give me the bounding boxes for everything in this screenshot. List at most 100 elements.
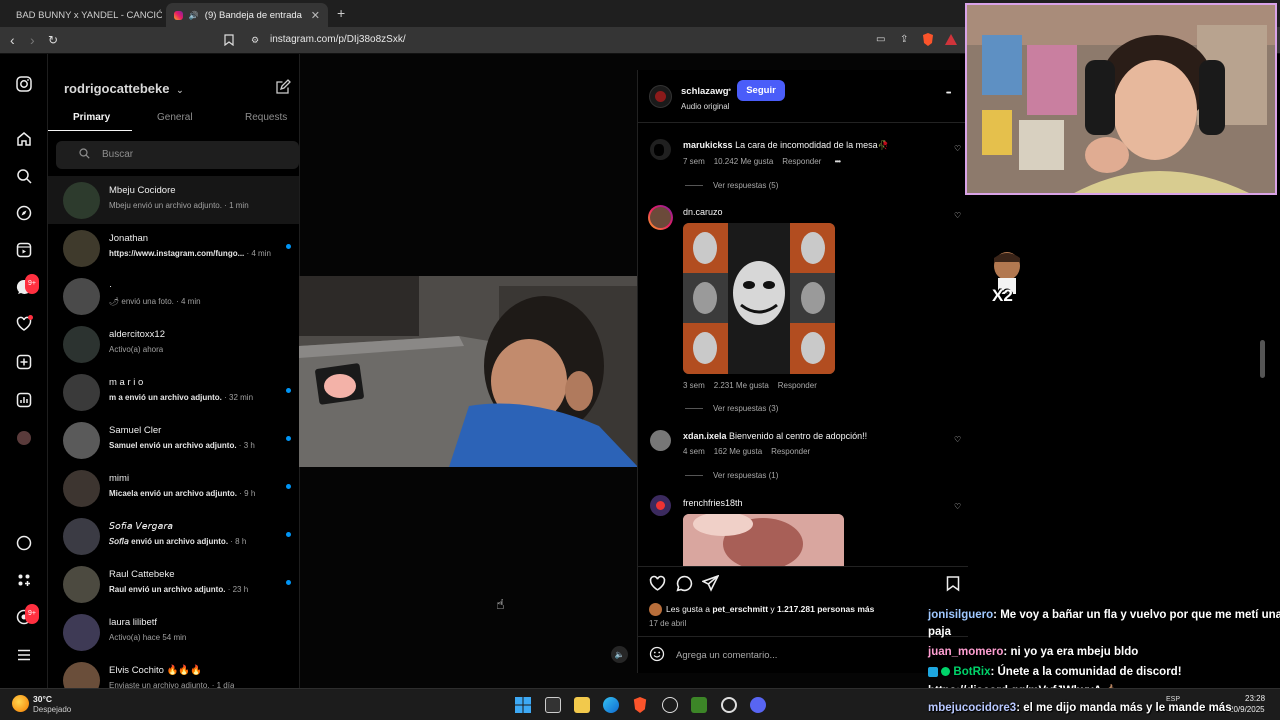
back-icon[interactable]: ‹: [10, 32, 15, 48]
tab-primary[interactable]: Primary: [73, 112, 110, 123]
explore-icon[interactable]: [15, 205, 33, 223]
comment-avatar[interactable]: [650, 139, 671, 160]
conversation-item[interactable]: aldercitoxx12 Activo(a) ahora: [48, 320, 299, 368]
profile-avatar[interactable]: [15, 429, 33, 447]
close-tab-icon[interactable]: ✕: [311, 9, 320, 22]
url-field[interactable]: instagram.com/p/DIj38o8zSxk/: [270, 34, 406, 45]
reels-icon[interactable]: [15, 242, 33, 260]
new-tab-button[interactable]: +: [337, 5, 345, 21]
emoji-icon[interactable]: [649, 646, 665, 667]
post-video[interactable]: [299, 276, 638, 467]
view-replies-button[interactable]: Ver respuestas (5): [685, 181, 778, 190]
comment-like-icon[interactable]: ♡: [954, 211, 961, 220]
cast-icon[interactable]: ▭: [876, 34, 885, 45]
view-replies-button[interactable]: Ver respuestas (1): [685, 471, 778, 480]
scrollbar-thumb[interactable]: [1260, 340, 1265, 378]
conversation-item[interactable]: Mbeju Cocidore Mbeju envió un archivo adj…: [48, 176, 299, 224]
comment-gif[interactable]: [683, 223, 835, 374]
comment-icon[interactable]: [676, 575, 693, 597]
brave-shield-icon[interactable]: [922, 33, 934, 49]
reply-button[interactable]: Responder: [771, 447, 810, 456]
site-settings-icon[interactable]: ⚙: [251, 35, 259, 46]
tab-instagram[interactable]: 🔊 (9) Bandeja de entrada • Chat ✕: [166, 3, 328, 27]
menu-icon[interactable]: [15, 647, 33, 665]
settings-icon[interactable]: [721, 697, 737, 713]
comment-avatar[interactable]: [650, 495, 671, 516]
save-icon[interactable]: [946, 575, 960, 597]
create-icon[interactable]: [15, 354, 33, 372]
conversation-item[interactable]: m a r i o m a envió un archivo adjunto. ·…: [48, 368, 299, 416]
bookmark-icon[interactable]: [224, 34, 234, 49]
conversation-item[interactable]: Samuel Cler Samuel envió un archivo adjun…: [48, 416, 299, 464]
comment-like-icon[interactable]: ♡: [954, 144, 961, 153]
weather-temp[interactable]: 30°C: [33, 694, 52, 704]
conversation-item[interactable]: Elvis Cochito 🔥🔥🔥 Enviaste un archivo adj…: [48, 656, 299, 688]
comment-likes[interactable]: 162 Me gusta: [714, 447, 762, 456]
reply-button[interactable]: Responder: [782, 157, 821, 166]
start-icon[interactable]: [515, 697, 531, 713]
activity-icon[interactable]: 9+: [15, 604, 39, 627]
instagram-logo-icon[interactable]: [15, 76, 33, 94]
share-icon[interactable]: ⇪: [900, 34, 908, 45]
likes-count[interactable]: 1.217.281 personas más: [777, 604, 874, 614]
author-avatar[interactable]: [649, 85, 672, 108]
comment-age[interactable]: 3 sem: [683, 381, 705, 390]
comment-like-icon[interactable]: ♡: [954, 435, 961, 444]
obs-icon[interactable]: [662, 697, 678, 713]
tab-general[interactable]: General: [157, 112, 193, 123]
liker-username[interactable]: pet_erschmitt: [712, 604, 768, 614]
comment-avatar[interactable]: [648, 205, 673, 230]
threads-icon[interactable]: [15, 535, 33, 553]
messenger-icon[interactable]: 9+: [15, 274, 39, 297]
tab-youtube[interactable]: BAD BUNNY x YANDEL - CANCIÓN C: [2, 3, 162, 27]
reply-button[interactable]: Responder: [778, 381, 817, 390]
tab-requests[interactable]: Requests: [245, 112, 287, 123]
dm-search-input[interactable]: Buscar: [56, 141, 299, 169]
comment-username[interactable]: dn.caruzo: [683, 207, 723, 217]
mute-icon[interactable]: 🔈: [611, 646, 628, 663]
follow-button[interactable]: Seguir: [737, 80, 785, 101]
minecraft-icon[interactable]: [691, 697, 707, 713]
comment-age[interactable]: 7 sem: [683, 157, 705, 166]
comment-avatar[interactable]: [650, 430, 671, 451]
share-icon[interactable]: [701, 574, 720, 597]
clock-date[interactable]: 20/9/2025: [1229, 705, 1265, 714]
home-icon[interactable]: [15, 131, 33, 149]
speaker-icon[interactable]: 🔊: [189, 11, 199, 20]
comment-username[interactable]: frenchfries18th: [683, 498, 743, 508]
new-message-icon[interactable]: [275, 79, 291, 100]
task-view-icon[interactable]: [545, 697, 561, 713]
forward-icon[interactable]: ›: [30, 32, 35, 48]
brave-rewards-icon[interactable]: [945, 33, 957, 49]
author-username[interactable]: schlazawg: [681, 86, 729, 97]
brave-icon[interactable]: [632, 697, 648, 713]
view-replies-button[interactable]: Ver respuestas (3): [685, 404, 778, 413]
comment-like-icon[interactable]: ♡: [954, 502, 961, 511]
liker-avatar[interactable]: [649, 603, 662, 616]
comment-gif[interactable]: [683, 514, 844, 566]
comment-more-icon[interactable]: •••: [835, 157, 841, 166]
discord-icon[interactable]: [750, 697, 766, 713]
edge-icon[interactable]: [603, 697, 619, 713]
likes-summary[interactable]: Les gusta a pet_erschmitt y 1.217.281 pe…: [666, 604, 874, 614]
audio-label[interactable]: Audio original: [681, 102, 729, 111]
conversation-item[interactable]: 𝘚𝘰𝘧𝘪𝘢 𝘝𝘦𝘳𝘨𝘢𝘳𝘢 𝘚𝘰𝘧𝘪𝘢 envió un archivo adju…: [48, 512, 299, 560]
comment-username[interactable]: xdan.ixela: [683, 431, 727, 441]
conversation-item[interactable]: Raul Cattebeke Raul envió un archivo adju…: [48, 560, 299, 608]
comment-username[interactable]: marukickss: [683, 140, 733, 150]
conversation-item[interactable]: laura lilibetf Activo(a) hace 54 min: [48, 608, 299, 656]
dm-account-switcher[interactable]: rodrigocattebeke ⌄: [64, 81, 184, 96]
weather-desc[interactable]: Despejado: [33, 705, 71, 714]
file-explorer-icon[interactable]: [574, 697, 590, 713]
comment-input[interactable]: Agrega un comentario...: [676, 650, 777, 661]
notifications-heart-icon[interactable]: [15, 315, 33, 334]
clock-time[interactable]: 23:28: [1245, 694, 1265, 703]
conversation-item[interactable]: · 🌶 envió una foto. · 4 min: [48, 272, 299, 320]
comment-age[interactable]: 4 sem: [683, 447, 705, 456]
conversation-item[interactable]: mimi Micaela envió un archivo adjunto. · …: [48, 464, 299, 512]
weather-icon[interactable]: [12, 695, 29, 712]
search-icon[interactable]: [15, 168, 33, 186]
comment-likes[interactable]: 2.231 Me gusta: [714, 381, 769, 390]
conversation-item[interactable]: Jonathan https://www.instagram.com/fungo.…: [48, 224, 299, 272]
meta-apps-icon[interactable]: [15, 572, 33, 590]
